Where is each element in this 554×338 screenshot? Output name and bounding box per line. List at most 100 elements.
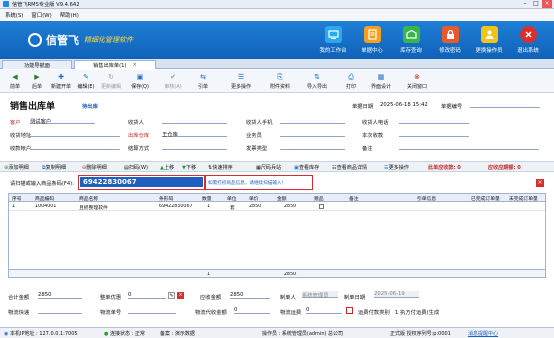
- doc-no-field[interactable]: [470, 101, 540, 108]
- date-value[interactable]: 2025-06-18 15:42: [380, 102, 428, 108]
- freight-label: 物流运费: [280, 310, 302, 316]
- connection-status: ● 连接状态 : 正常: [104, 331, 145, 337]
- save-button[interactable]: ▣ 保存(Q): [129, 73, 151, 90]
- tab-sales-out[interactable]: 销售出库单(1) ×: [74, 60, 156, 69]
- move-down-button[interactable]: ▼下移: [182, 164, 196, 171]
- import-export-button[interactable]: ⇅ 导入导出: [302, 73, 332, 90]
- window-title: 信管飞RMS专业版 V9.4.642: [12, 1, 80, 8]
- quick-sort-button[interactable]: ⇅快速排序: [208, 164, 233, 171]
- logo-icon: [28, 33, 42, 47]
- import-order-button[interactable]: ⇆ 引单: [192, 73, 214, 90]
- address-label: 收货地址: [10, 133, 32, 139]
- add-item-button[interactable]: ⊕添加明细: [4, 164, 29, 171]
- receiver-mobile-field[interactable]: [280, 117, 345, 124]
- customer-label: 客户: [10, 120, 21, 126]
- receiver-label: 收货人: [128, 120, 144, 126]
- move-up-button[interactable]: ▲上移: [160, 164, 174, 171]
- address-field[interactable]: [30, 130, 120, 137]
- attachment-button[interactable]: ⎘ 附件资料: [265, 73, 295, 90]
- document-icon: [363, 26, 381, 43]
- scan-button[interactable]: ▤扫码(W): [124, 164, 148, 171]
- account-field[interactable]: [30, 143, 120, 150]
- copy-item-button[interactable]: ⧉复制明细: [42, 164, 66, 172]
- more-ops-button[interactable]: ☰ 更多操作: [226, 73, 256, 90]
- item-more-button[interactable]: ☰更多操作: [384, 164, 409, 171]
- next-button[interactable]: ▶ 后单: [26, 73, 48, 90]
- receiver-phone-label: 收货人电话: [362, 120, 389, 126]
- barcode-input[interactable]: 69422830067: [78, 175, 205, 190]
- customer-field[interactable]: 测试客户: [30, 117, 95, 125]
- make-date-label: 制单日期: [344, 295, 366, 301]
- freight-pay-label: 运费付款类别: [358, 310, 390, 316]
- nav-switch-operator[interactable]: 更换操作员: [470, 26, 508, 54]
- toolbar: ◀ 前单 ▶ 后单 ✚ 新建开单 ✎ 编辑(E) ↻ 更新编辑 ▣ 保存(Q) ✔ 审核(A)…: [0, 70, 554, 93]
- ship-fee-field[interactable]: 0: [234, 307, 270, 314]
- settle-field[interactable]: [162, 143, 227, 150]
- freight-checkbox[interactable]: [346, 307, 353, 314]
- title-bar: 信管飞RMS专业版 V9.4.642 – □ ×: [0, 0, 554, 9]
- menu-window[interactable]: 窗口(W): [31, 11, 51, 19]
- view-product-detail-button[interactable]: ☷查看商品详情: [332, 164, 367, 171]
- freight-field[interactable]: 0: [306, 307, 342, 314]
- edit-discount-icon[interactable]: ✎: [168, 292, 175, 299]
- header-banner: 信管飞 精细化管理软件 我的工作台 单据中心 库存查询 修改密码 更换操作员 退…: [0, 21, 554, 59]
- delete-item-button[interactable]: ⊖删除明细: [82, 164, 107, 171]
- scanner-label: 请扫描或输入商品条码(F4):: [10, 181, 74, 187]
- maximize-button[interactable]: □: [531, 0, 541, 8]
- new-button[interactable]: ✚ 新建开单: [50, 73, 72, 90]
- status-bar: ◉ 本机IP地址 : 127.0.0.1:7005 ● 连接状态 : 正常 备案…: [0, 327, 554, 338]
- nav-inventory[interactable]: 库存查询: [392, 26, 430, 54]
- license-status: 正式版 授权序列号:p:0001: [390, 331, 451, 337]
- summary-panel: 合计金额 2850 整单优惠 0 ✎ × 应收金额 2850 制单人 系统管理员…: [0, 280, 554, 328]
- discount-field[interactable]: 0: [128, 292, 166, 299]
- layout-design-button[interactable]: ▦ 界面设计: [366, 73, 396, 90]
- gift-checkbox[interactable]: [319, 204, 324, 209]
- view-stock-button[interactable]: ▣查看库存: [294, 164, 319, 171]
- items-table: 序号 商品编码 商品名称 条形码 数量 单位 单价 金额 赠品 备注 引单信息 …: [8, 193, 546, 278]
- table-row[interactable]: 1 1004001 且摇整理软件 69422830067 1 套 2850 28…: [9, 203, 545, 211]
- nav-exit[interactable]: 退出系统: [509, 26, 547, 54]
- ship-field[interactable]: [38, 307, 82, 314]
- nav-workbench[interactable]: 我的工作台: [314, 26, 352, 54]
- update-edit-button[interactable]: ↻ 更新编辑: [100, 73, 122, 90]
- close-button[interactable]: ×: [542, 0, 552, 8]
- receiver-phone-field[interactable]: [399, 117, 469, 124]
- freight-pay-value[interactable]: 1 执方付运费(生成: [395, 308, 439, 316]
- invoice-label: 发票类型: [246, 146, 268, 152]
- brand-tagline: 精细化管理软件: [84, 36, 133, 44]
- lock-icon: [441, 26, 459, 43]
- document-status: 待出库: [82, 104, 98, 110]
- maker-field: 系统管理员: [302, 291, 338, 299]
- exit-icon: [519, 26, 537, 43]
- workbench-icon: [324, 26, 342, 43]
- discount-label: 整单优惠: [100, 295, 122, 301]
- size-button[interactable]: ▦尺码兵站: [256, 164, 281, 171]
- tab-home[interactable]: 功能导航面: [2, 60, 72, 69]
- tab-close-icon[interactable]: ×: [132, 62, 136, 68]
- nav-document-center[interactable]: 单据中心: [353, 26, 391, 54]
- remark-field[interactable]: [399, 143, 539, 150]
- ship-fee-label: 物流代收金额: [195, 310, 227, 316]
- warehouse-field[interactable]: 王仓库: [162, 130, 227, 138]
- message-center-link[interactable]: 消息提醒中心: [468, 330, 498, 337]
- menu-system[interactable]: 系统(S): [5, 11, 23, 19]
- close-window-button[interactable]: ⊗ 关闭窗口: [402, 73, 432, 90]
- edit-button[interactable]: ✎ 编辑(E): [75, 73, 97, 90]
- menu-help[interactable]: 帮助(H): [60, 11, 79, 19]
- salesman-field[interactable]: [280, 130, 345, 137]
- table-header: 序号 商品编码 商品名称 条形码 数量 单位 单价 金额 赠品 备注 引单信息 …: [9, 194, 545, 202]
- audit-button[interactable]: ✔ 审核(A): [162, 73, 184, 90]
- total-field: 2850: [38, 292, 82, 299]
- payment-field[interactable]: [399, 130, 469, 137]
- prev-button[interactable]: ◀ 前单: [4, 73, 26, 90]
- invoice-field[interactable]: [280, 143, 345, 150]
- close-window-icon: ⊗: [414, 73, 420, 81]
- receiver-field[interactable]: [162, 117, 227, 124]
- minimize-button[interactable]: –: [520, 0, 530, 8]
- scanner-close-icon[interactable]: ×: [536, 179, 544, 187]
- print-button[interactable]: ⎙ 打印: [340, 73, 362, 90]
- ship-no-field[interactable]: [128, 307, 176, 314]
- nav-change-password[interactable]: 修改密码: [431, 26, 469, 54]
- clear-discount-icon[interactable]: ×: [177, 292, 184, 299]
- import-export-icon: ⇅: [314, 73, 320, 81]
